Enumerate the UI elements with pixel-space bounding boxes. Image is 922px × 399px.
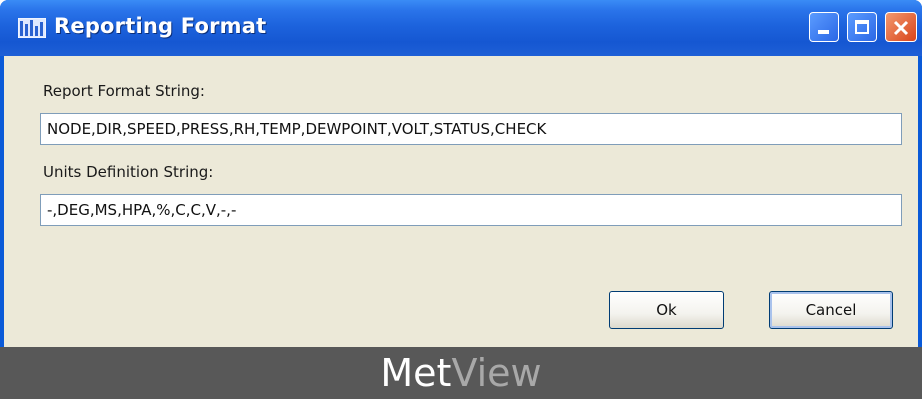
cancel-button[interactable]: Cancel: [769, 291, 893, 329]
units-definition-input[interactable]: [40, 194, 902, 226]
report-format-input[interactable]: [40, 113, 902, 145]
close-icon: [893, 20, 909, 36]
ok-button[interactable]: Ok: [609, 291, 724, 329]
minimize-button[interactable]: [809, 12, 839, 42]
report-format-label: Report Format String:: [43, 82, 205, 100]
close-button[interactable]: [885, 12, 917, 42]
brand-met-text: Met: [380, 351, 452, 395]
brand-view-text: View: [451, 351, 542, 395]
brand-footer: MetView: [0, 347, 922, 399]
maximize-icon: [855, 20, 869, 34]
window-title: Reporting Format: [54, 14, 267, 38]
reporting-format-dialog: Reporting Format Report Format String: U…: [0, 0, 922, 347]
title-bar[interactable]: Reporting Format: [0, 0, 922, 56]
app-window-icon: [18, 18, 46, 38]
dialog-client-area: Report Format String: Units Definition S…: [4, 56, 918, 347]
minimize-icon: [818, 30, 829, 34]
units-definition-label: Units Definition String:: [43, 163, 214, 181]
maximize-button[interactable]: [847, 12, 877, 42]
metview-logo: MetView: [0, 347, 922, 399]
